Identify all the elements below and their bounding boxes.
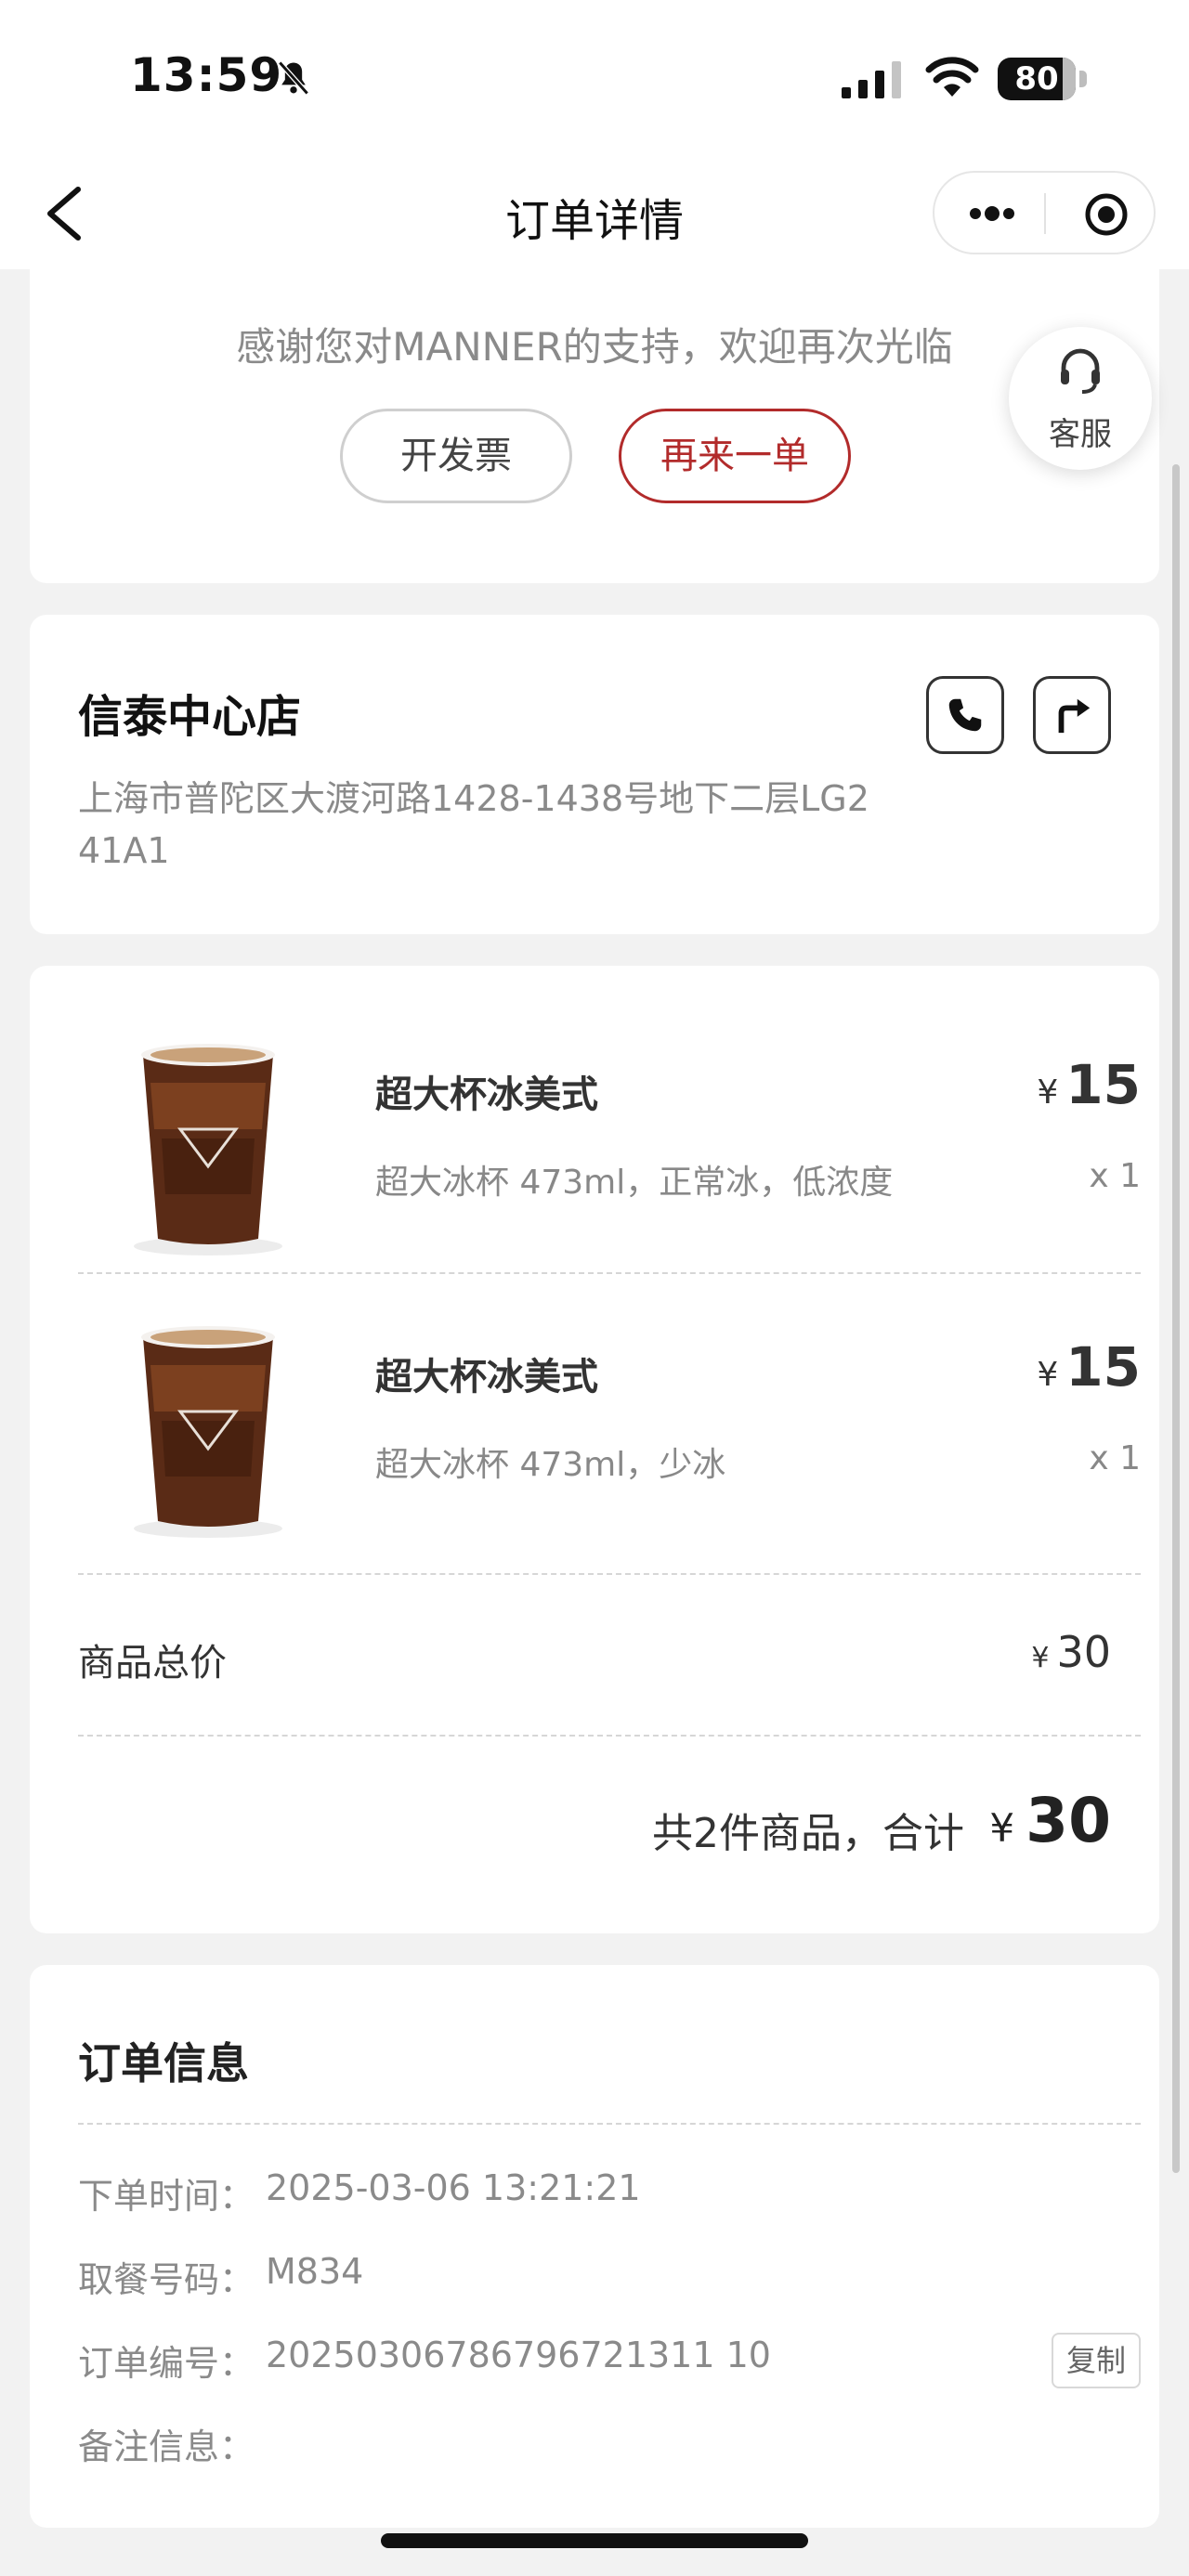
currency-symbol: ¥: [1037, 1073, 1059, 1112]
divider: [78, 2123, 1141, 2125]
order-time-label: 下单时间：: [78, 2176, 255, 2217]
completion-card: 感谢您对MANNER的支持，欢迎再次光临 开发票 再来一单: [30, 269, 1159, 583]
order-time-row: 下单时间： 2025-03-06 13:21:21: [78, 2167, 1141, 2223]
headset-icon: [1061, 348, 1100, 394]
status-time: 13:59: [130, 48, 283, 102]
order-info-card: 订单信息 下单时间： 2025-03-06 13:21:21 取餐号码： M83…: [30, 1965, 1159, 2528]
currency-symbol: ¥: [989, 1805, 1015, 1851]
store-address: 上海市普陀区大渡河路1428-1438号地下二层LG2 41A1: [78, 778, 869, 871]
mini-program-capsule: [933, 171, 1156, 254]
directions-icon: [1058, 698, 1091, 734]
customer-service-label: 客服: [1049, 416, 1112, 453]
home-indicator[interactable]: [381, 2533, 808, 2548]
iced-americano-image: [134, 1044, 282, 1255]
nav-bar: 订单详情: [0, 158, 1189, 269]
item-spec: 超大冰杯 473ml，少冰: [375, 1446, 726, 1484]
subtotal-amount: 30: [1056, 1627, 1111, 1677]
divider: [78, 1735, 1141, 1737]
order-number-value: 20250306786796721311 10: [266, 2335, 771, 2375]
currency-symbol: ¥: [1037, 1356, 1059, 1394]
store-card: 信泰中心店 上海市普陀区大渡河路1428-1438号地下二层LG2 41A1: [30, 615, 1159, 934]
pickup-code-row: 取餐号码： M834: [78, 2251, 1141, 2307]
remarks-row: 备注信息：: [78, 2418, 1141, 2474]
subtotal-label: 商品总价: [78, 1642, 227, 1685]
copy-button[interactable]: 复制: [1052, 2333, 1141, 2388]
list-item: 超大杯冰美式 超大冰杯 473ml，正常冰，低浓度 ¥15 x 1: [78, 1027, 1141, 1278]
item-name: 超大杯冰美式: [375, 1356, 598, 1399]
item-price-value: 15: [1065, 1335, 1141, 1399]
invoice-button[interactable]: 开发票: [340, 409, 572, 503]
item-quantity: x 1: [1089, 1157, 1141, 1195]
total-value: ¥30: [989, 1785, 1111, 1856]
item-price: ¥15: [1037, 1053, 1141, 1116]
order-info-title: 订单信息: [78, 2038, 249, 2088]
phone-icon: [948, 698, 982, 732]
bell-muted-icon: [278, 60, 309, 96]
divider: [78, 1573, 1141, 1575]
scrollbar[interactable]: [1172, 464, 1180, 2173]
store-name: 信泰中心店: [78, 691, 302, 743]
currency-symbol: ¥: [1031, 1642, 1050, 1674]
item-quantity: x 1: [1089, 1439, 1141, 1477]
signal-icon: [842, 61, 901, 98]
subtotal-value: ¥30: [1031, 1627, 1111, 1677]
capsule-divider: [1044, 193, 1046, 234]
order-number-row: 订单编号： 20250306786796721311 10 复制: [78, 2333, 1141, 2390]
item-price-value: 15: [1065, 1053, 1141, 1116]
item-spec: 超大冰杯 473ml，正常冰，低浓度: [375, 1164, 894, 1202]
thanks-message: 感谢您对MANNER的支持，欢迎再次光临: [236, 324, 953, 370]
list-item: 超大杯冰美式 超大冰杯 473ml，少冰 ¥15 x 1: [78, 1309, 1141, 1560]
total-summary-text: 共2件商品，合计: [652, 1810, 964, 1857]
close-target-icon[interactable]: [1083, 191, 1130, 238]
order-number-label: 订单编号：: [78, 2343, 255, 2384]
item-name: 超大杯冰美式: [375, 1073, 598, 1116]
items-card: 超大杯冰美式 超大冰杯 473ml，正常冰，低浓度 ¥15 x 1 超大杯冰美式…: [30, 966, 1159, 1933]
navigate-button[interactable]: [1033, 676, 1111, 754]
pickup-code-label: 取餐号码：: [78, 2259, 255, 2300]
call-store-button[interactable]: [926, 676, 1004, 754]
remarks-label: 备注信息：: [78, 2426, 255, 2467]
customer-service-button[interactable]: 客服: [1009, 327, 1152, 470]
wifi-icon: [925, 57, 979, 97]
battery-icon: 80: [998, 58, 1087, 100]
divider: [78, 1272, 1141, 1274]
reorder-button[interactable]: 再来一单: [619, 409, 851, 503]
item-price: ¥15: [1037, 1335, 1141, 1399]
total-amount: 30: [1026, 1785, 1111, 1856]
battery-level: 80: [1014, 60, 1059, 98]
order-time-value: 2025-03-06 13:21:21: [266, 2167, 641, 2208]
pickup-code-value: M834: [266, 2251, 364, 2292]
iced-americano-image: [134, 1326, 282, 1538]
more-dots-icon[interactable]: [962, 191, 1022, 236]
status-bar: 13:59 80: [0, 0, 1189, 158]
